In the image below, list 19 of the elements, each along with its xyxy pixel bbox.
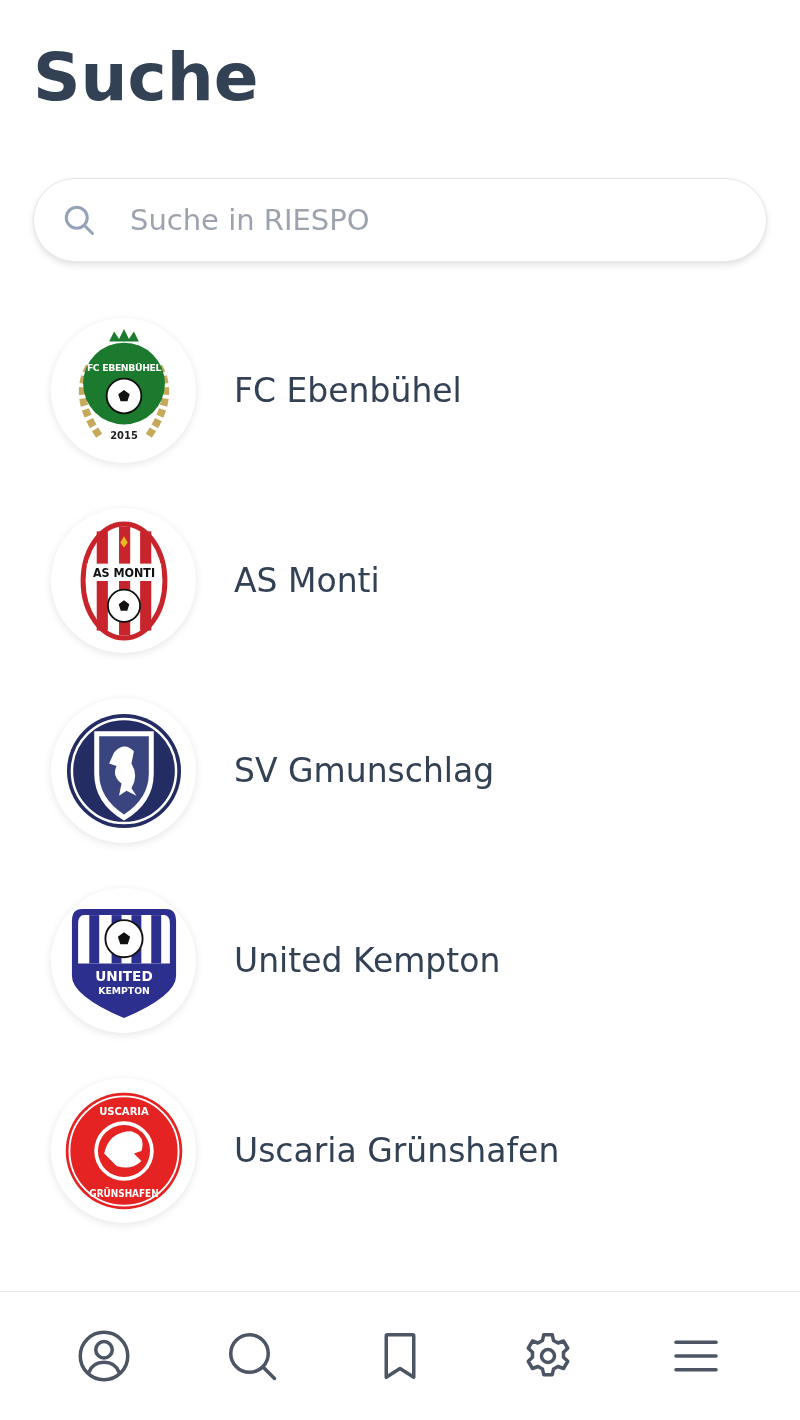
crest-text: FC EBENBÜHEL	[86, 361, 161, 373]
club-name: FC Ebenbühel	[234, 371, 462, 410]
club-item[interactable]: USCARIA GRÜNSHAFEN Uscaria Grünshafen	[51, 1078, 560, 1223]
club-item[interactable]: FC EBENBÜHEL 2015 FC Ebenbühel	[51, 318, 462, 463]
club-item[interactable]: UNITED KEMPTON United Kempton	[51, 888, 501, 1033]
crest-text: AS MONTI	[92, 564, 155, 580]
club-name: Uscaria Grünshafen	[234, 1131, 560, 1170]
club-item[interactable]: AS MONTI AS Monti	[51, 508, 380, 653]
club-name: United Kempton	[234, 941, 501, 980]
page-title: Suche	[33, 38, 259, 118]
crest-text: USCARIA	[98, 1104, 149, 1118]
club-item[interactable]: SV Gmunschlag	[51, 698, 495, 843]
crest-text: GRÜNSHAFEN	[88, 1187, 159, 1199]
search-field[interactable]: Suche in RIESPO	[33, 178, 767, 262]
crest-text: UNITED	[94, 967, 153, 984]
club-name: SV Gmunschlag	[234, 751, 495, 790]
club-name: AS Monti	[234, 561, 380, 600]
crest-text: 2015	[109, 429, 138, 441]
crest-text: KEMPTON	[97, 985, 150, 996]
